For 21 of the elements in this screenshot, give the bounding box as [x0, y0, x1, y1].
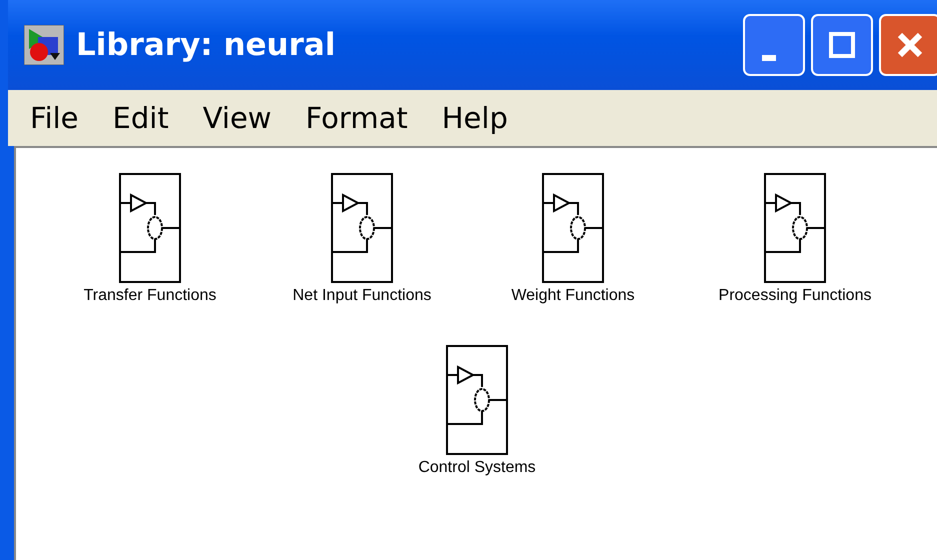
menu-item[interactable]: File [30, 101, 79, 135]
block-label: Control Systems [418, 459, 536, 477]
minimize-icon [762, 55, 776, 61]
block-label: Weight Functions [511, 287, 635, 305]
menu-item[interactable]: Edit [112, 101, 169, 135]
minimize-button[interactable] [743, 14, 805, 76]
block-drawing[interactable] [764, 173, 826, 283]
app-icon [24, 25, 64, 65]
block-label: Processing Functions [718, 287, 872, 305]
menu-item[interactable]: View [202, 101, 272, 135]
block-drawing[interactable] [542, 173, 604, 283]
block-label: Net Input Functions [292, 287, 432, 305]
block-drawing[interactable] [331, 173, 393, 283]
block-label: Transfer Functions [84, 287, 216, 305]
window-title: Library: neural [76, 27, 336, 63]
block-drawing[interactable] [119, 173, 181, 283]
close-button[interactable] [879, 14, 937, 76]
block-drawing[interactable] [446, 345, 508, 455]
menu-item[interactable]: Help [442, 101, 508, 135]
maximize-button[interactable] [811, 14, 873, 76]
menu-item[interactable]: Format [306, 101, 408, 135]
